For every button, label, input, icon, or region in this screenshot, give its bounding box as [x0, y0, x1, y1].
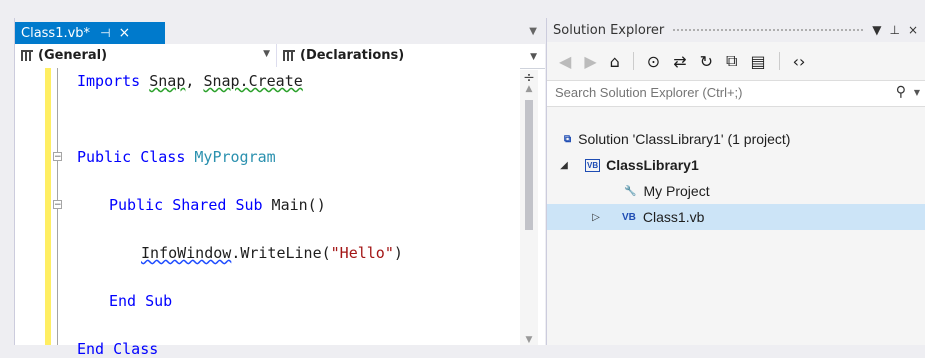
search-box: ⚲ ▼: [547, 80, 925, 107]
scroll-up-icon[interactable]: ▲: [520, 84, 538, 94]
close-tab-icon[interactable]: ×: [119, 25, 131, 41]
pin-window-icon[interactable]: ⊥: [889, 23, 899, 37]
tree-item-label: ClassLibrary1: [606, 157, 699, 173]
tree-item-label: Solution 'ClassLibrary1' (1 project): [578, 131, 791, 147]
tree-item-class1-vb[interactable]: ▷ VB Class1.vb: [547, 204, 925, 230]
tree-item-my-project[interactable]: 🔧 My Project: [547, 178, 925, 204]
show-all-files-icon[interactable]: ▤: [750, 52, 765, 71]
search-input[interactable]: [553, 84, 847, 101]
member-icon: [283, 50, 295, 61]
solution-explorer-pane: Solution Explorer ▼ ⊥ × ◀ ▶ ⌂ ⊙ ⇄ ↻ ⧉ ▤ …: [546, 18, 925, 345]
code-line-class: Public Class MyProgram: [77, 148, 276, 166]
change-tracking-margin: [45, 68, 51, 345]
solution-explorer-toolbar: ◀ ▶ ⌂ ⊙ ⇄ ↻ ⧉ ▤ ‹›: [547, 46, 925, 76]
expanded-arrow-icon[interactable]: ◢: [557, 160, 571, 171]
code-area[interactable]: − − Imports Snap, Snap.Create Public Cla…: [15, 68, 520, 358]
chevron-down-icon: ▼: [263, 49, 270, 59]
window-position-dropdown-icon[interactable]: ▼: [872, 23, 881, 37]
code-line-end-sub: End Sub: [109, 292, 173, 310]
code-line-end-class: End Class: [77, 340, 159, 358]
document-tabstrip: Class1.vb* ⊣ × ▼: [15, 18, 545, 44]
collapse-class-icon[interactable]: −: [53, 152, 62, 162]
code-line-imports: Imports Snap, Snap.Create: [77, 72, 303, 90]
solution-icon: ⧉: [564, 133, 572, 145]
back-icon[interactable]: ◀: [559, 52, 571, 71]
member-dropdown[interactable]: (Declarations): [277, 44, 527, 67]
solution-explorer-title: Solution Explorer: [553, 22, 665, 38]
toolbar-separator: [632, 52, 634, 70]
scroll-down-icon[interactable]: ▼: [520, 335, 538, 345]
pending-changes-filter-icon[interactable]: ⊙: [647, 52, 660, 71]
collapse-sub-icon[interactable]: −: [53, 200, 62, 210]
toolbar-separator: [778, 52, 780, 70]
navigation-bar: (General) ▼ (Declarations): [15, 44, 545, 69]
sync-with-active-document-icon[interactable]: ⇄: [673, 52, 686, 71]
vb-project-icon: VB: [585, 158, 601, 172]
code-line-writeline: InfoWindow.WriteLine("Hello"): [141, 244, 403, 262]
type-dropdown[interactable]: (General) ▼: [15, 44, 277, 67]
member-dropdown-value: (Declarations): [300, 48, 405, 63]
tab-overflow-dropdown-icon[interactable]: ▼: [529, 26, 537, 37]
home-icon[interactable]: ⌂: [610, 52, 620, 71]
tree-item-project[interactable]: ◢ VB ClassLibrary1: [547, 152, 925, 178]
tab-class1-vb[interactable]: Class1.vb* ⊣ ×: [15, 22, 165, 44]
search-icon[interactable]: ⚲: [896, 84, 906, 100]
close-window-icon[interactable]: ×: [908, 23, 918, 37]
pin-tab-icon[interactable]: ⊣: [100, 26, 110, 40]
collapse-all-icon[interactable]: ⧉: [726, 51, 737, 71]
solution-explorer-titlebar: Solution Explorer ▼ ⊥ ×: [547, 18, 925, 42]
wrench-icon: 🔧: [624, 185, 637, 197]
vb-file-icon: VB: [622, 211, 636, 223]
type-icon: [21, 50, 33, 61]
tree-item-solution[interactable]: ⧉ Solution 'ClassLibrary1' (1 project): [547, 126, 925, 152]
code-line-sub-main: Public Shared Sub Main(): [109, 196, 326, 214]
collapsed-arrow-icon[interactable]: ▷: [589, 212, 603, 223]
view-code-icon[interactable]: ‹›: [793, 52, 806, 71]
forward-icon[interactable]: ▶: [584, 52, 596, 71]
tree-item-label: My Project: [643, 183, 710, 199]
titlebar-grip[interactable]: [672, 27, 865, 33]
refresh-icon[interactable]: ↻: [700, 52, 713, 71]
search-options-dropdown-icon[interactable]: ▼: [914, 88, 920, 97]
tree-item-label: Class1.vb: [642, 209, 705, 225]
code-editor-pane: Class1.vb* ⊣ × ▼ (General) ▼ (Declaratio…: [14, 18, 545, 358]
tab-title: Class1.vb*: [21, 25, 91, 41]
scrollbar-thumb[interactable]: [525, 100, 533, 230]
type-dropdown-value: (General): [38, 48, 108, 63]
member-dropdown-arrow-icon[interactable]: ▼: [530, 52, 537, 62]
